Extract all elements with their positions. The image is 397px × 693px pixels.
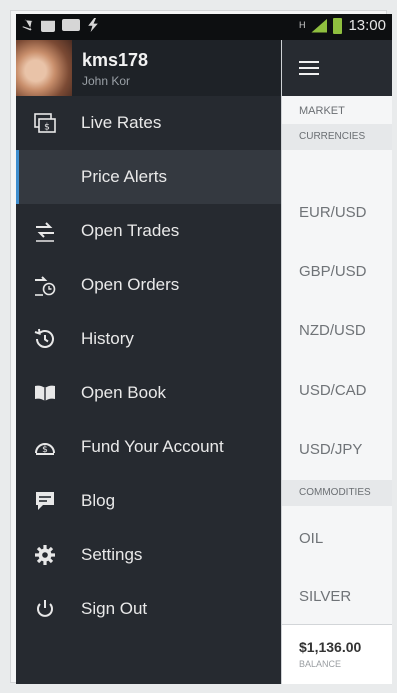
- balance-label: BALANCE: [299, 659, 342, 669]
- svg-text:$: $: [42, 445, 48, 455]
- currency-pair-item[interactable]: NZD/USD: [299, 322, 366, 339]
- gear-icon: [32, 542, 58, 568]
- menu-label: Open Book: [81, 383, 167, 402]
- open-orders-icon: [32, 272, 58, 298]
- live-rates-icon: $: [32, 110, 58, 136]
- battery-icon: [333, 17, 343, 34]
- avatar[interactable]: [16, 40, 72, 96]
- menu-item-open-book[interactable]: Open Book: [16, 366, 281, 420]
- commodities-header: COMMODITIES: [282, 480, 392, 506]
- app-toolbar: [282, 40, 392, 96]
- voicemail-icon: [62, 19, 80, 31]
- clock: 13:00: [348, 17, 386, 34]
- blog-icon: [32, 488, 58, 514]
- commodity-item[interactable]: SILVER: [299, 588, 351, 605]
- commodity-item[interactable]: OIL: [299, 530, 323, 547]
- menu-item-sign-out[interactable]: Sign Out: [16, 582, 281, 636]
- full-name: John Kor: [82, 74, 131, 88]
- menu-item-open-trades[interactable]: Open Trades: [16, 204, 281, 258]
- menu-item-blog[interactable]: Blog: [16, 474, 281, 528]
- status-bar: H 13:00: [16, 14, 392, 40]
- menu-item-price-alerts[interactable]: Price Alerts: [16, 150, 281, 204]
- status-right: H 13:00: [299, 17, 386, 34]
- shopping-bag-icon: [41, 20, 55, 32]
- phone-screen: H 13:00 kms178 John Kor $ Live Rates Pri…: [16, 14, 392, 684]
- currency-pair-item[interactable]: EUR/USD: [299, 204, 367, 221]
- navigation-drawer: kms178 John Kor $ Live Rates Price Alert…: [16, 40, 281, 684]
- drawer-menu: $ Live Rates Price Alerts Open Trades Op…: [16, 96, 281, 636]
- balance-value: $1,136.00: [299, 639, 362, 655]
- menu-item-history[interactable]: History: [16, 312, 281, 366]
- notification-icons: [22, 18, 99, 32]
- menu-label: Price Alerts: [81, 167, 167, 186]
- fund-account-icon: $: [32, 434, 58, 460]
- menu-label: Open Orders: [81, 275, 180, 294]
- currencies-header: CURRENCIES: [282, 124, 392, 150]
- menu-label: Open Trades: [81, 221, 180, 240]
- profile-header[interactable]: kms178 John Kor: [16, 40, 281, 96]
- usb-icon: [20, 17, 36, 33]
- power-icon: [32, 596, 58, 622]
- menu-label: Settings: [81, 545, 143, 564]
- menu-label: Sign Out: [81, 599, 148, 618]
- hamburger-menu-icon[interactable]: [299, 61, 319, 79]
- menu-label: History: [81, 329, 134, 348]
- balance-box: $1,136.00 BALANCE: [282, 624, 392, 684]
- username: kms178: [82, 50, 149, 70]
- menu-label: Blog: [81, 491, 116, 510]
- menu-label: Fund Your Account: [81, 437, 224, 456]
- menu-item-live-rates[interactable]: $ Live Rates: [16, 96, 281, 150]
- currency-pair-item[interactable]: USD/JPY: [299, 441, 362, 458]
- lightning-icon: [88, 18, 98, 32]
- menu-item-fund-your-account[interactable]: $ Fund Your Account: [16, 420, 281, 474]
- menu-item-settings[interactable]: Settings: [16, 528, 281, 582]
- menu-item-open-orders[interactable]: Open Orders: [16, 258, 281, 312]
- svg-text:$: $: [44, 123, 50, 133]
- history-icon: [32, 326, 58, 352]
- open-trades-icon: [32, 218, 58, 244]
- currency-pair-item[interactable]: GBP/USD: [299, 263, 367, 280]
- signal-icon: [311, 18, 328, 33]
- menu-label: Live Rates: [81, 113, 162, 132]
- network-type: H: [298, 20, 306, 30]
- open-book-icon: [32, 380, 58, 406]
- currency-pair-item[interactable]: USD/CAD: [299, 382, 367, 399]
- market-header: MARKET: [299, 105, 345, 117]
- market-panel: MARKET CURRENCIES EUR/USD GBP/USD NZD/US…: [281, 40, 392, 684]
